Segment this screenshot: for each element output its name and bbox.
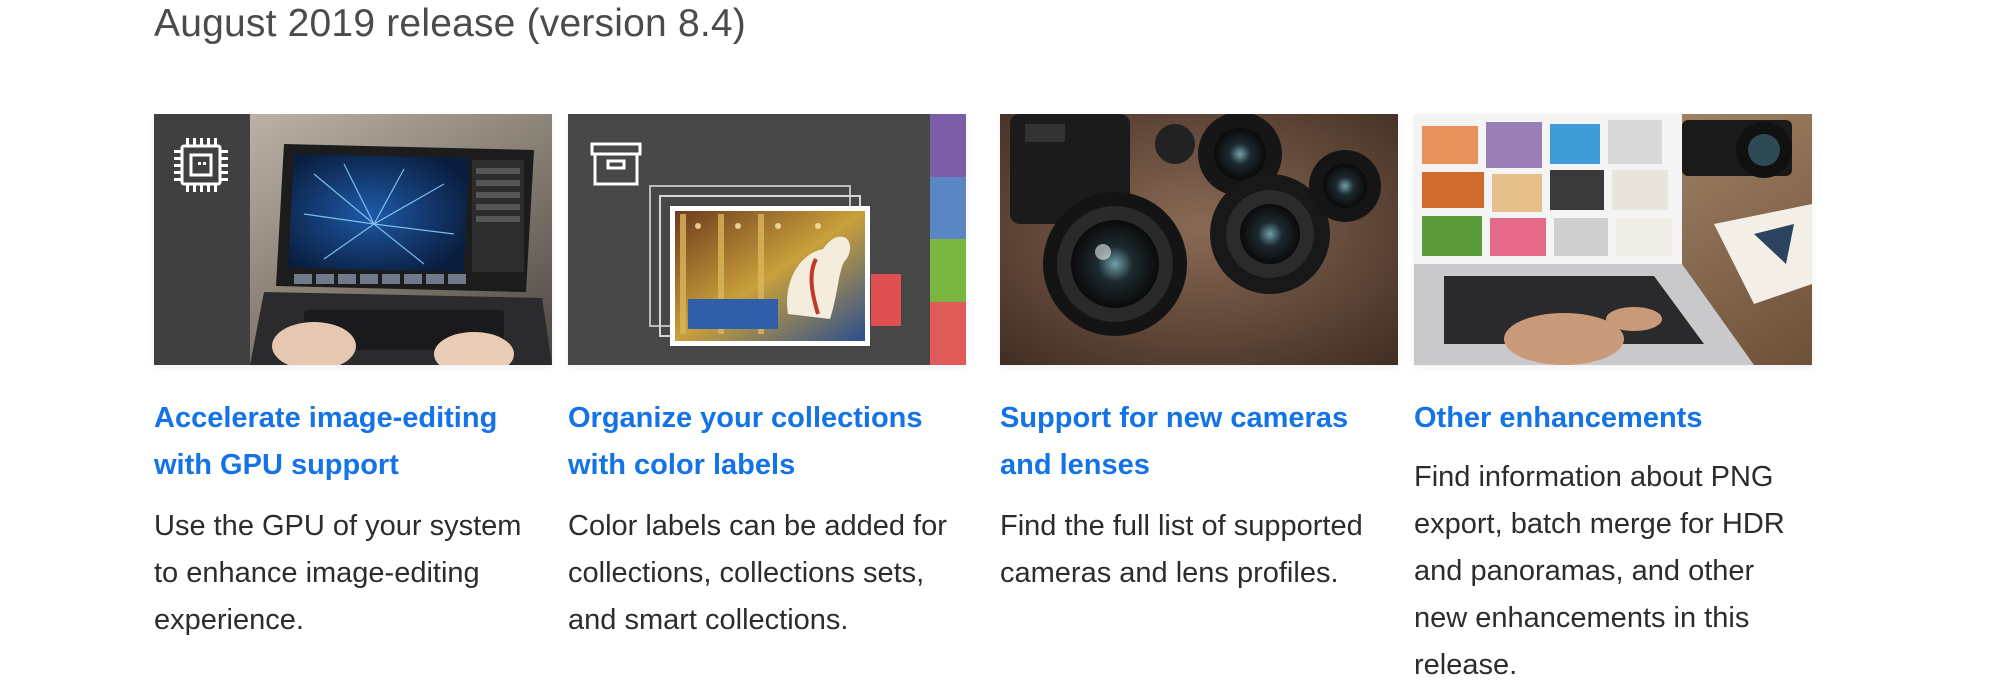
cameras-feature-image[interactable] <box>1000 114 1398 365</box>
gpu-feature-link[interactable]: Accelerate image-editing with GPU suppor… <box>154 395 552 489</box>
other-enhancements-feature-link[interactable]: Other enhancements <box>1414 395 1812 442</box>
color-labels-feature-description: Color labels can be added for collection… <box>568 510 947 636</box>
color-labels-feature-image[interactable] <box>568 114 966 365</box>
release-notes-page: August 2019 release (version 8.4) Accele… <box>0 0 2000 700</box>
feature-card-other-enhancements: Other enhancements Find information abou… <box>1414 114 1812 689</box>
feature-card-cameras: Support for new cameras and lenses Find … <box>1000 114 1398 597</box>
cameras-feature-link[interactable]: Support for new cameras and lenses <box>1000 395 1398 489</box>
gpu-feature-description: Use the GPU of your system to enhance im… <box>154 510 522 636</box>
archive-box-icon <box>590 142 642 186</box>
other-enhancements-feature-description: Find information about PNG export, batch… <box>1414 461 1785 681</box>
feature-card-gpu: Accelerate image-editing with GPU suppor… <box>154 114 552 644</box>
gpu-chip-icon <box>174 138 228 192</box>
other-enhancements-feature-image[interactable] <box>1414 114 1812 365</box>
cameras-feature-description: Find the full list of supported cameras … <box>1000 510 1363 589</box>
color-labels-feature-link[interactable]: Organize your collections with color lab… <box>568 395 966 489</box>
feature-card-color-labels: Organize your collections with color lab… <box>568 114 966 644</box>
release-title: August 2019 release (version 8.4) <box>154 2 746 45</box>
gpu-feature-image[interactable] <box>154 114 552 365</box>
